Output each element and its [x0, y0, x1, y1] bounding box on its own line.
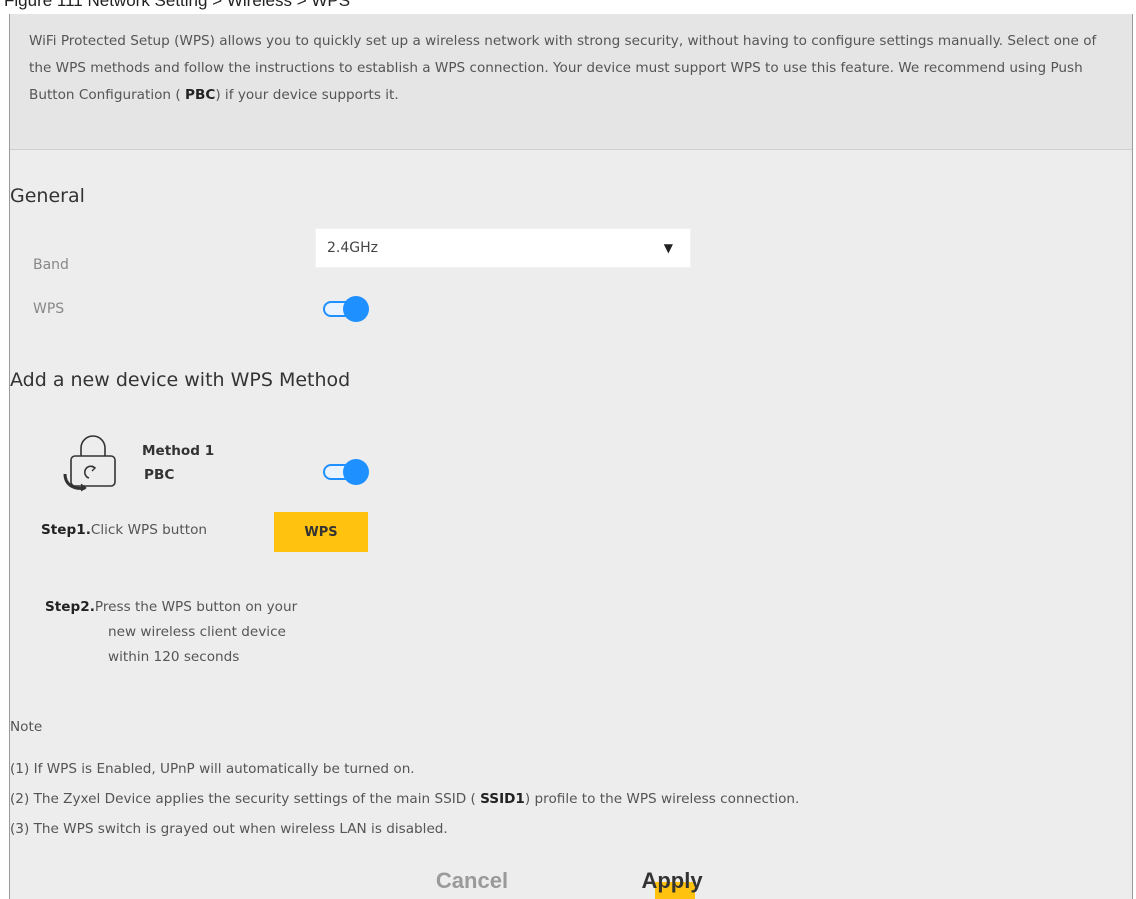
caret-down-icon: ▼: [663, 241, 673, 255]
add-device-section-title: Add a new device with WPS Method: [10, 369, 351, 391]
toggle-knob: [343, 459, 369, 485]
note-line-1: (1) If WPS is Enabled, UPnP will automat…: [10, 761, 415, 777]
note-title: Note: [10, 719, 43, 735]
note-line-3: (3) The WPS switch is grayed out when wi…: [10, 821, 448, 837]
method-1-pbc-toggle[interactable]: [321, 459, 369, 485]
push-button-lock-icon: [63, 435, 116, 492]
wps-settings-panel: WiFi Protected Setup (WPS) allows you to…: [9, 14, 1133, 899]
band-label: Band: [33, 257, 69, 273]
intro-description: WiFi Protected Setup (WPS) allows you to…: [10, 14, 1132, 150]
step2-text: Step2.Press the WPS button on your new w…: [45, 599, 298, 665]
cancel-button[interactable]: Cancel: [417, 862, 527, 899]
method-1-title: Method 1 PBC: [142, 443, 215, 483]
toggle-knob: [343, 296, 369, 322]
band-select[interactable]: 2.4GHz ▼: [315, 228, 691, 268]
wps-toggle[interactable]: [321, 296, 369, 322]
wps-label: WPS: [33, 301, 65, 317]
wps-push-button[interactable]: WPS: [274, 512, 368, 552]
general-section-title: General: [10, 185, 85, 207]
apply-button[interactable]: Apply: [613, 862, 731, 899]
band-value: 2.4GHz: [327, 240, 378, 256]
figure-caption: Figure 111 Network Setting > Wireless > …: [4, 0, 351, 10]
step1-row: Step1.Click WPS button: [41, 522, 208, 538]
note-line-2: (2) The Zyxel Device applies the securit…: [10, 791, 800, 807]
